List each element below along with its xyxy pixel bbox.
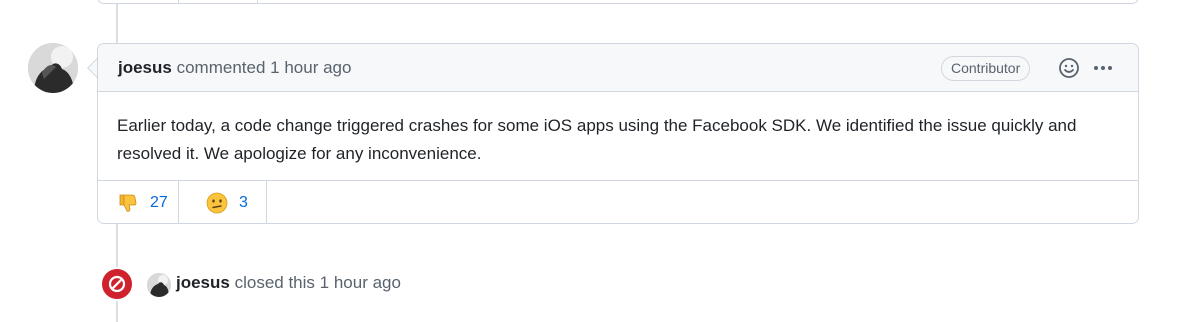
divider [257,0,258,3]
avatar[interactable] [147,273,171,297]
author-link[interactable]: joesus [118,58,172,77]
reactions-bar: 27 3 [98,180,1138,224]
comment-timestamp[interactable]: 1 hour ago [270,58,351,77]
previous-reactions-bar [97,0,1139,4]
confused-face-icon [206,192,228,214]
closed-icon [100,267,134,301]
divider [178,0,179,3]
divider [266,181,267,224]
reaction-confused[interactable]: 3 [206,181,248,224]
comment-box: joesus commented 1 hour ago Contributor [97,43,1139,224]
event-timestamp[interactable]: 1 hour ago [320,273,401,292]
event-action: closed this [234,273,315,292]
closed-event-text: joesus closed this 1 hour ago [176,273,401,293]
avatar[interactable] [28,43,78,93]
contributor-badge: Contributor [941,56,1031,81]
reaction-count: 27 [150,193,168,211]
divider [178,181,179,224]
comment-meta: joesus commented 1 hour ago [118,58,351,78]
author-link[interactable]: joesus [176,273,230,292]
thumbs-down-icon [117,192,139,214]
comment-body: Earlier today, a code change triggered c… [117,116,1077,163]
reaction-thumbs-down[interactable]: 27 [117,181,168,224]
reaction-count: 3 [239,193,248,211]
comment-header: joesus commented 1 hour ago Contributor [98,44,1138,92]
kebab-icon[interactable] [1092,57,1114,79]
smiley-icon[interactable] [1058,57,1080,79]
issue-timeline: joesus commented 1 hour ago Contributor [0,0,1200,322]
comment-action: commented [176,58,266,77]
